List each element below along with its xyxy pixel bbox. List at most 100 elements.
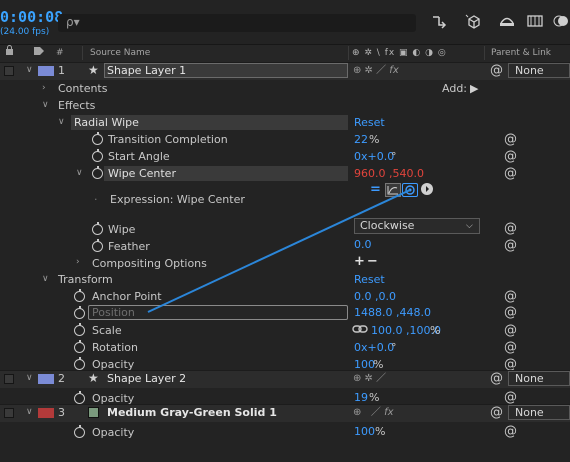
chevron-down-icon[interactable]: ∨ — [26, 370, 33, 387]
header-separator — [82, 46, 83, 60]
layer-label-color[interactable] — [38, 66, 54, 76]
parent-value: None — [515, 372, 544, 385]
switches-header[interactable]: ⊕ ✲ \ fx ▣ ◐ ◑ ◎ — [352, 44, 447, 62]
stopwatch-icon[interactable] — [74, 357, 85, 370]
stopwatch-icon[interactable] — [92, 149, 103, 162]
stopwatch-icon[interactable] — [92, 166, 103, 179]
motion-blur-icon[interactable] — [552, 13, 570, 31]
solid-swatch-icon — [88, 407, 99, 418]
star-icon: ★ — [88, 371, 99, 385]
layer-label-color[interactable] — [38, 374, 54, 384]
pickwhip-icon[interactable]: @ — [504, 322, 517, 339]
layer-name[interactable]: Medium Gray-Green Solid 1 — [107, 404, 277, 421]
chevron-down-icon[interactable]: ∨ — [42, 97, 49, 114]
contents-group[interactable]: Contents — [58, 80, 107, 97]
video-toggle[interactable] — [4, 66, 14, 76]
pickwhip-icon[interactable]: @ — [504, 339, 517, 356]
stopwatch-icon[interactable] — [74, 323, 85, 336]
pickwhip-icon[interactable]: @ — [490, 370, 503, 387]
radial-wipe-effect[interactable]: Radial Wipe — [74, 114, 139, 131]
pickwhip-icon[interactable]: @ — [504, 423, 517, 440]
stopwatch-icon[interactable] — [92, 222, 103, 235]
graph-icon[interactable] — [385, 183, 401, 197]
rotation-value[interactable]: 0x+0.0 — [354, 339, 394, 356]
pickwhip-icon[interactable]: @ — [504, 288, 517, 305]
stopwatch-icon[interactable] — [92, 132, 103, 145]
transition-completion-value[interactable]: 22 — [354, 131, 368, 148]
current-time-display[interactable]: 0:00:08 — [0, 8, 63, 26]
chevron-down-icon[interactable]: ∨ — [26, 62, 33, 79]
stopwatch-icon[interactable] — [74, 340, 85, 353]
position-value[interactable]: 1488.0 ,448.0 — [354, 304, 431, 321]
start-angle-value[interactable]: 0x+0.0 — [354, 148, 394, 165]
label-column-icon[interactable] — [33, 45, 45, 61]
stopwatch-icon[interactable] — [74, 306, 85, 319]
layer-row-2[interactable] — [0, 370, 570, 388]
composition-flowchart-icon[interactable] — [430, 13, 450, 31]
stopwatch-icon[interactable] — [74, 425, 85, 438]
fps-label: (24.00 fps) — [0, 27, 50, 37]
wipe-label: Wipe — [108, 223, 136, 236]
stopwatch-icon[interactable] — [74, 289, 85, 302]
start-angle-label: Start Angle — [108, 150, 170, 163]
chevron-right-icon[interactable]: › — [42, 80, 46, 97]
pickwhip-icon[interactable]: @ — [490, 404, 503, 421]
chevron-down-icon: ⌵ — [466, 221, 473, 231]
layer-number: 2 — [58, 372, 65, 385]
layer-search-input[interactable] — [58, 14, 416, 32]
pickwhip-icon[interactable]: @ — [504, 220, 517, 237]
header-separator — [348, 46, 349, 60]
layer-switches[interactable]: ⊕ ✲ ／ — [353, 370, 386, 387]
expression-language-menu-icon[interactable] — [421, 183, 433, 195]
chevron-down-icon[interactable]: ∨ — [42, 271, 49, 288]
parent-link-header[interactable]: Parent & Link — [491, 44, 551, 62]
pickwhip-icon[interactable]: @ — [504, 304, 517, 321]
compositing-add-remove[interactable]: +− — [354, 253, 380, 270]
stopwatch-icon[interactable] — [92, 239, 103, 252]
opacity-label: Opacity — [92, 426, 135, 439]
shy-layers-icon[interactable] — [497, 13, 517, 31]
layer-label-color[interactable] — [38, 408, 54, 418]
expression-label: Expression: Wipe Center — [110, 193, 245, 206]
layer-switches[interactable]: ⊕ ／ fx — [353, 404, 394, 421]
chevron-down-icon[interactable]: ∨ — [76, 165, 83, 182]
anchor-point-value[interactable]: 0.0 ,0.0 — [354, 288, 396, 305]
draft-3d-icon[interactable] — [463, 13, 483, 31]
layer-name[interactable]: Shape Layer 2 — [107, 370, 186, 387]
lock-column-icon[interactable] — [5, 44, 14, 62]
layer-row-3[interactable] — [0, 404, 570, 422]
effect-reset-button[interactable]: Reset — [354, 114, 385, 131]
pickwhip-icon[interactable]: @ — [504, 148, 517, 165]
pickwhip-icon[interactable]: @ — [504, 131, 517, 148]
add-menu-icon[interactable]: ▶ — [470, 80, 478, 97]
pickwhip-icon[interactable]: @ — [504, 165, 517, 182]
video-toggle[interactable] — [4, 374, 14, 384]
layer-name: Shape Layer 1 — [107, 64, 187, 77]
layer-number: 3 — [58, 406, 65, 419]
chevron-down-icon[interactable]: ∨ — [26, 404, 33, 421]
wipe-center-value[interactable]: 960.0 ,540.0 — [354, 165, 424, 182]
video-toggle[interactable] — [4, 408, 14, 418]
parent-value: None — [515, 406, 544, 419]
frame-blending-icon[interactable] — [525, 13, 545, 31]
opacity-value[interactable]: 100 — [354, 423, 375, 440]
number-column-header[interactable]: # — [56, 44, 64, 62]
expression-enable-icon[interactable]: = — [370, 181, 381, 198]
pickwhip-icon[interactable]: @ — [504, 237, 517, 254]
anchor-point-label: Anchor Point — [92, 290, 162, 303]
source-name-header[interactable]: Source Name — [90, 44, 150, 62]
compositing-options-group[interactable]: Compositing Options — [92, 255, 207, 272]
chevron-right-icon[interactable]: › — [76, 254, 80, 271]
transform-group[interactable]: Transform — [58, 271, 113, 288]
expression-pickwhip-icon[interactable] — [402, 183, 418, 197]
pickwhip-icon[interactable]: @ — [490, 62, 503, 79]
transform-reset-button[interactable]: Reset — [354, 271, 385, 288]
wipe-center-label[interactable]: Wipe Center — [108, 165, 176, 182]
stopwatch-icon[interactable] — [74, 391, 85, 404]
feather-value[interactable]: 0.0 — [354, 236, 372, 253]
layer-switches[interactable]: ⊕ ✲ ／ fx — [353, 62, 399, 79]
layer-number: 1 — [58, 64, 65, 77]
constrain-proportions-icon[interactable] — [352, 323, 368, 338]
effects-group[interactable]: Effects — [58, 97, 95, 114]
chevron-down-icon[interactable]: ∨ — [58, 114, 65, 131]
